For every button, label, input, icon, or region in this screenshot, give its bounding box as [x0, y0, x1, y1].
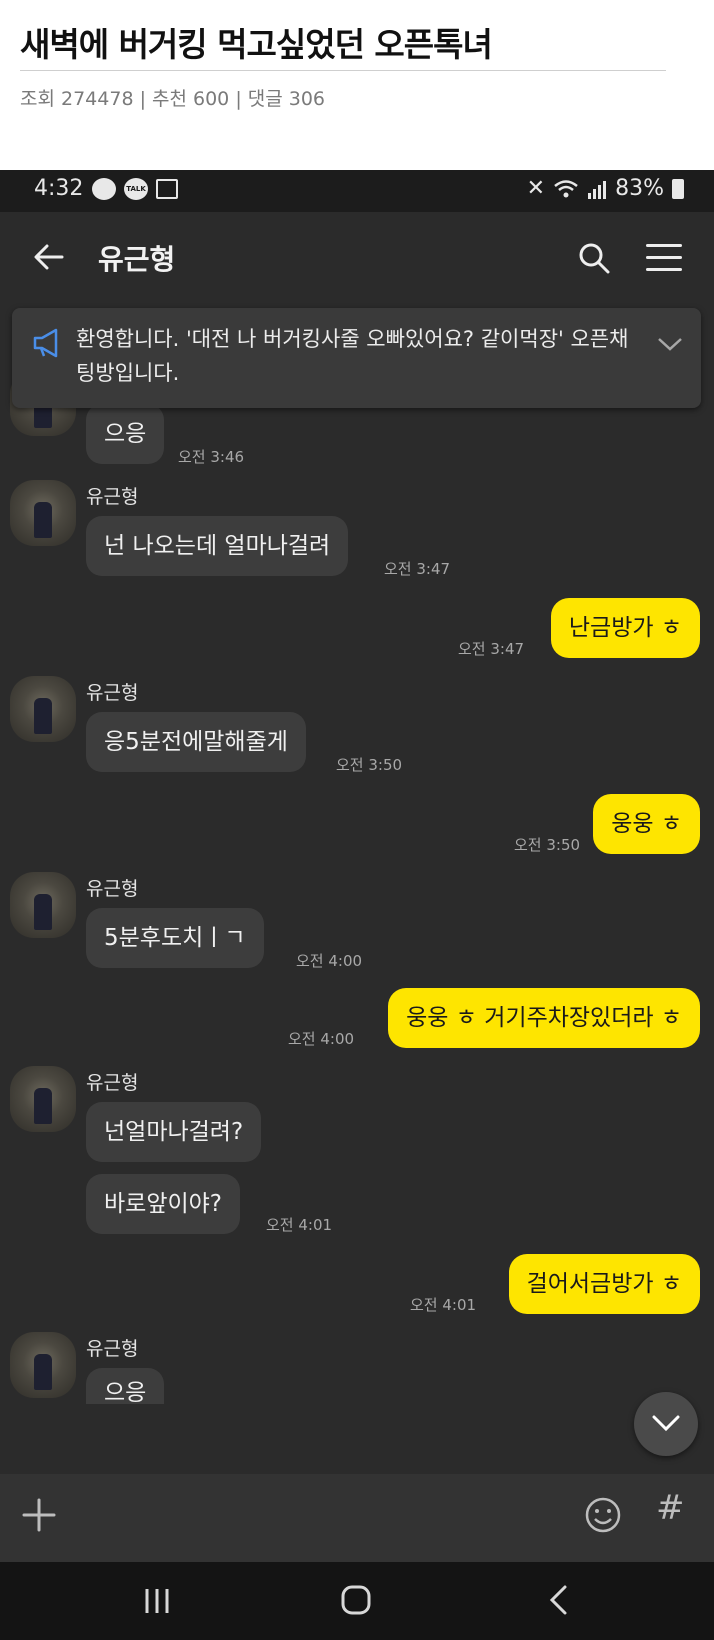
battery-percent: 83%: [615, 176, 664, 201]
post-title: 새벽에 버거킹 먹고싶었던 오픈톡녀: [20, 25, 493, 64]
back-arrow-icon[interactable]: [32, 240, 66, 274]
battery-icon: [672, 178, 684, 199]
message-bubble-incoming: 넌 나오는데 얼마나걸려: [86, 516, 349, 576]
message-bubble-incoming: 바로앞이야?: [86, 1174, 241, 1234]
notice-text: 환영합니다. '대전 나 버거킹사줄 오빠있어요? 같이먹장' 오픈채팅방입니다…: [76, 327, 629, 385]
message-time: 오전 4:01: [266, 1216, 333, 1234]
sender-name: 유근형: [86, 1072, 139, 1094]
divider: [20, 70, 666, 71]
message-time: 오전 3:50: [514, 836, 581, 854]
scroll-down-button[interactable]: [634, 1392, 698, 1456]
sender-name: 유근형: [86, 486, 139, 508]
message-time: 오전 4:00: [288, 1030, 355, 1048]
kakaotalk-icon: TALK: [124, 178, 148, 200]
chat-title: 유근형: [98, 243, 176, 276]
back-icon[interactable]: [548, 1584, 568, 1616]
message-bubble-outgoing: 웅웅 ㅎ 거기주차장있더라 ㅎ: [388, 988, 700, 1048]
message-bubble-outgoing: 난금방가 ㅎ: [550, 598, 700, 658]
menu-icon[interactable]: [646, 244, 682, 272]
notification-icons: TALK: [92, 178, 178, 200]
mute-icon: ✕: [526, 176, 546, 201]
home-icon[interactable]: [340, 1584, 372, 1616]
android-nav-bar: [0, 1562, 714, 1640]
status-bar: 4:32 TALK ✕ 83%: [0, 170, 714, 212]
message-time: 오전 3:46: [178, 448, 245, 466]
message-time: 오전 4:00: [296, 952, 363, 970]
avatar[interactable]: [10, 1066, 76, 1132]
message-time: 오전 4:01: [410, 1296, 477, 1314]
avatar[interactable]: [10, 676, 76, 742]
signal-icon: [588, 180, 607, 199]
chat-header: 유근형: [0, 212, 714, 302]
status-right: ✕ 83%: [527, 176, 684, 201]
image-icon: [156, 179, 178, 199]
sender-name: 유근형: [86, 1338, 139, 1360]
chat-bubble-icon: [92, 178, 116, 200]
phone-screenshot: 4:32 TALK ✕ 83% 유근형 환영합니다. '대전 나 버거킹사줄 오…: [0, 170, 714, 1640]
chevron-down-icon[interactable]: [657, 334, 683, 354]
message-time: 오전 3:47: [458, 640, 525, 658]
hash-icon[interactable]: #: [656, 1488, 685, 1528]
post-header: 새벽에 버거킹 먹고싶었던 오픈톡녀 조회 274478 | 추천 600 | …: [0, 0, 714, 170]
avatar[interactable]: [10, 872, 76, 938]
avatar[interactable]: [10, 480, 76, 546]
message-time: 오전 3:50: [336, 756, 403, 774]
message-input-bar[interactable]: #: [0, 1474, 714, 1562]
wifi-icon: [554, 179, 578, 197]
message-bubble-outgoing: 걸어서금방가 ㅎ: [508, 1254, 700, 1314]
message-bubble-incoming: 넌얼마나걸려?: [86, 1102, 262, 1162]
message-bubble-outgoing: 웅웅 ㅎ: [593, 794, 700, 854]
message-bubble-incoming: 5분후도치ㅣㄱ: [86, 908, 264, 968]
avatar[interactable]: [10, 1332, 76, 1398]
emoji-icon[interactable]: [584, 1496, 622, 1534]
message-bubble-incoming: 으응: [86, 404, 165, 464]
message-bubble-incoming: 으응: [86, 1368, 165, 1404]
message-time: 오전 3:47: [384, 560, 451, 578]
recent-apps-icon[interactable]: [142, 1586, 172, 1616]
post-meta: 조회 274478 | 추천 600 | 댓글 306: [20, 88, 326, 110]
chevron-down-icon: [652, 1415, 680, 1432]
notice-banner[interactable]: 환영합니다. '대전 나 버거킹사줄 오빠있어요? 같이먹장' 오픈채팅방입니다…: [12, 308, 701, 408]
search-icon[interactable]: [578, 242, 610, 274]
megaphone-icon: [33, 328, 58, 358]
message-bubble-incoming: 응5분전에말해줄게: [86, 712, 306, 772]
status-time: 4:32: [34, 176, 84, 201]
sender-name: 유근형: [86, 878, 139, 900]
sender-name: 유근형: [86, 682, 139, 704]
plus-icon[interactable]: [22, 1498, 56, 1532]
